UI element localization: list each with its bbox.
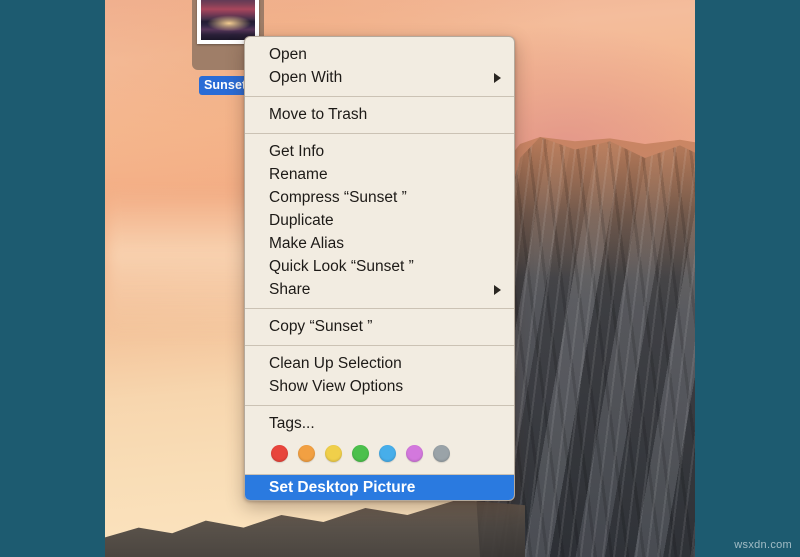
menu-item-label: Rename: [269, 166, 328, 183]
menu-item-label: Get Info: [269, 143, 325, 160]
tag-color-blue-icon[interactable]: [379, 445, 396, 462]
menu-item-label: Set Desktop Picture: [269, 479, 416, 496]
menu-item-open[interactable]: Open: [245, 43, 514, 66]
menu-group-tags: Tags...: [245, 405, 514, 474]
chevron-right-icon: [494, 285, 501, 295]
tag-color-gray-icon[interactable]: [433, 445, 450, 462]
menu-item-label: Move to Trash: [269, 106, 368, 123]
menu-item-share[interactable]: Share: [245, 278, 514, 301]
menu-item-show-view-options[interactable]: Show View Options: [245, 375, 514, 398]
menu-item-label: Make Alias: [269, 235, 344, 252]
menu-item-label: Copy “Sunset ”: [269, 318, 373, 335]
menu-item-label: Share: [269, 281, 311, 298]
menu-item-get-info[interactable]: Get Info: [245, 140, 514, 163]
chevron-right-icon: [494, 73, 501, 83]
tag-color-green-icon[interactable]: [352, 445, 369, 462]
thumbnail-image: [201, 0, 255, 40]
menu-group-copy: Copy “Sunset ”: [245, 308, 514, 345]
tag-color-yellow-icon[interactable]: [325, 445, 342, 462]
menu-item-label: Tags...: [269, 415, 315, 432]
menu-item-set-desktop-picture[interactable]: Set Desktop Picture: [245, 475, 514, 500]
menu-item-label: Duplicate: [269, 212, 334, 229]
tag-color-purple-icon[interactable]: [406, 445, 423, 462]
menu-item-label: Compress “Sunset ”: [269, 189, 407, 206]
menu-group-open: Open Open With: [245, 37, 514, 96]
tag-color-red-icon[interactable]: [271, 445, 288, 462]
menu-item-label: Quick Look “Sunset ”: [269, 258, 414, 275]
menu-item-label: Open: [269, 46, 307, 63]
menu-item-rename[interactable]: Rename: [245, 163, 514, 186]
menu-group-file-actions: Get Info Rename Compress “Sunset ” Dupli…: [245, 133, 514, 308]
menu-group-desktop-picture: Set Desktop Picture: [245, 474, 514, 500]
menu-item-label: Open With: [269, 69, 343, 86]
tag-color-swatches: [245, 435, 514, 464]
menu-group-trash: Move to Trash: [245, 96, 514, 133]
watermark: wsxdn.com: [734, 539, 792, 551]
menu-item-compress[interactable]: Compress “Sunset ”: [245, 186, 514, 209]
menu-item-duplicate[interactable]: Duplicate: [245, 209, 514, 232]
menu-item-copy[interactable]: Copy “Sunset ”: [245, 315, 514, 338]
finder-context-menu[interactable]: Open Open With Move to Trash Get Info Re…: [244, 36, 515, 501]
menu-item-open-with[interactable]: Open With: [245, 66, 514, 89]
tag-color-orange-icon[interactable]: [298, 445, 315, 462]
menu-item-label: Show View Options: [269, 378, 404, 395]
menu-item-make-alias[interactable]: Make Alias: [245, 232, 514, 255]
menu-item-quick-look[interactable]: Quick Look “Sunset ”: [245, 255, 514, 278]
menu-group-view: Clean Up Selection Show View Options: [245, 345, 514, 405]
menu-item-tags[interactable]: Tags...: [245, 412, 514, 435]
menu-item-clean-up-selection[interactable]: Clean Up Selection: [245, 352, 514, 375]
menu-item-move-to-trash[interactable]: Move to Trash: [245, 103, 514, 126]
menu-item-label: Clean Up Selection: [269, 355, 402, 372]
